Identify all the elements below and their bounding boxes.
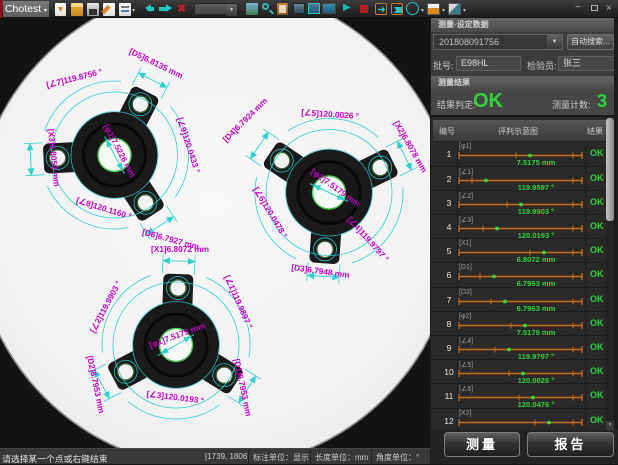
svg-text:[X1]6.8072 mm: [X1]6.8072 mm: [151, 244, 209, 254]
